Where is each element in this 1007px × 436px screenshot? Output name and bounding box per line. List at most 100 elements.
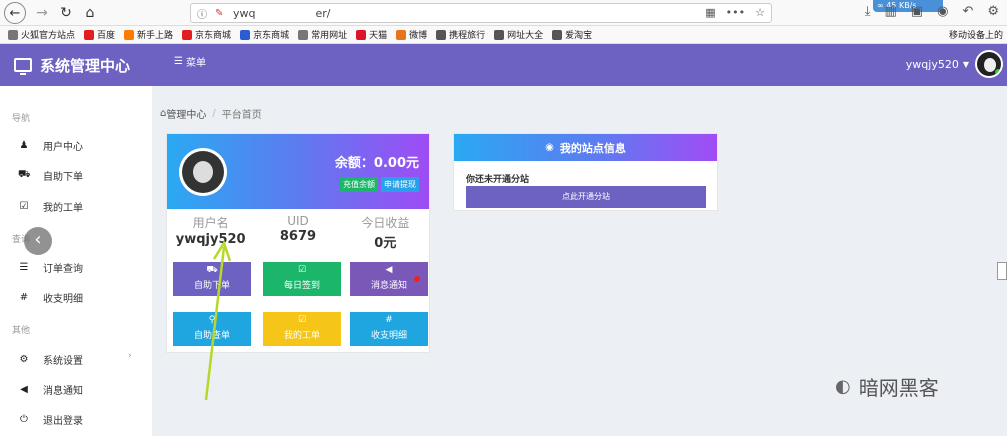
sidebar-item-logout[interactable]: ⏻ 退出登录 <box>18 412 83 427</box>
qr-icon[interactable]: ▦ <box>705 6 715 19</box>
mobile-bookmarks[interactable]: 移动设备上的 <box>949 28 1003 41</box>
list-icon: ☰ <box>19 262 29 273</box>
notification-dot <box>414 276 420 282</box>
username: ywqjy520 <box>905 57 959 71</box>
undo-icon[interactable]: ↶ <box>962 4 973 19</box>
reload-button[interactable]: ↻ <box>56 3 76 23</box>
bookmark-item[interactable]: 天猫 <box>356 28 387 41</box>
recharge-button[interactable]: 充值余额 <box>340 177 378 192</box>
breadcrumb: ⌂ 管理中心 / 平台首页 <box>160 106 262 121</box>
section-nav: 导航 <box>12 114 31 124</box>
account-icon[interactable]: ◉ <box>937 4 948 19</box>
bookmark-item[interactable]: 京东商城 <box>182 28 231 41</box>
bookmark-icon <box>240 29 251 40</box>
insecure-icon[interactable]: ✎ <box>215 8 229 19</box>
url-prefix: ywq <box>233 6 256 20</box>
bookmark-item[interactable]: 携程旅行 <box>436 28 485 41</box>
sidebar-item-settings[interactable]: ⚙ 系统设置 <box>18 352 83 367</box>
bookmark-icon <box>436 29 447 40</box>
user-menu[interactable]: ywqjy520 ▼ <box>906 50 1003 78</box>
sidebar-item-self-order[interactable]: ⛟ 自助下单 <box>18 168 83 183</box>
collapse-sidebar-button[interactable]: ‹ <box>24 227 52 255</box>
withdraw-button[interactable]: 申请提现 <box>381 177 419 192</box>
sidebar-item-order-query[interactable]: ☰ 订单查询 <box>18 260 83 275</box>
url-suffix: er/ <box>315 6 331 20</box>
globe-icon: ◉ <box>545 142 554 153</box>
profile-banner: 余额：0.00元 充值余额 申请提现 <box>167 134 429 209</box>
bookmark-icon <box>396 29 407 40</box>
checkbox-icon: ☑ <box>297 265 307 275</box>
library-icon[interactable]: ▥ <box>885 4 897 19</box>
back-button[interactable]: ← <box>4 2 26 24</box>
avatar[interactable] <box>975 50 1003 78</box>
home-button[interactable]: ⌂ <box>80 3 100 23</box>
watermark: ◐ 暗网黑客 <box>835 376 939 400</box>
brand[interactable]: 系统管理中心 <box>14 44 130 86</box>
app-header: 系统管理中心 ☰ 菜单 ywqjy520 ▼ <box>0 44 1007 86</box>
side-panel-tab[interactable] <box>997 262 1007 280</box>
forward-button[interactable]: → <box>32 3 52 23</box>
hash-icon: # <box>385 315 393 325</box>
bullhorn-icon: ◀ <box>385 265 393 275</box>
menu-toggle[interactable]: ☰ 菜单 <box>174 54 206 69</box>
settings-icon: ⚙ <box>19 354 29 365</box>
info-icon[interactable]: ⓘ <box>197 6 211 21</box>
sidebar-item-notifications[interactable]: ◀ 消息通知 <box>18 382 83 397</box>
tile-my-tickets[interactable]: ☑ 我的工单 <box>263 312 341 346</box>
bookmark-item[interactable]: 爱淘宝 <box>552 28 592 41</box>
bookmark-item[interactable]: 微博 <box>396 28 427 41</box>
bookmark-item[interactable]: 网址大全 <box>494 28 543 41</box>
bullhorn-icon: ◀ <box>20 384 28 395</box>
power-icon: ⏻ <box>20 414 28 425</box>
monitor-icon <box>14 58 32 75</box>
sidebar-icon[interactable]: ▣ <box>911 4 923 19</box>
bookmark-item[interactable]: 京东商城 <box>240 28 289 41</box>
caret-down-icon: ▼ <box>962 59 969 69</box>
cart-icon: ⛟ <box>18 169 31 180</box>
stat-uid: UID 8679 <box>279 214 317 244</box>
bookmark-icon <box>84 29 95 40</box>
site-info-card: ◉ 我的站点信息 你还未开通分站 点此开通分站 <box>453 133 718 211</box>
more-icon[interactable]: ••• <box>726 6 745 19</box>
bookmarks-bar: 火狐官方站点 百度 新手上路 京东商城 京东商城 常用网址 天猫 微博 携程旅行 网址大全 爱淘宝移… <box>0 26 1007 44</box>
bookmark-icon <box>552 29 563 40</box>
profile-avatar <box>179 148 227 196</box>
stat-today-income: 今日收益 0元 <box>361 216 410 251</box>
wechat-icon: ◐ <box>835 376 851 397</box>
tile-finance[interactable]: # 收支明细 <box>350 312 428 346</box>
balance-text: 余额：0.00元 <box>334 156 419 171</box>
checkbox-icon: ☑ <box>297 315 307 325</box>
bookmark-item[interactable]: 百度 <box>84 28 115 41</box>
open-substation-button[interactable]: 点此开通分站 <box>466 186 706 208</box>
breadcrumb-current: 平台首页 <box>221 110 262 121</box>
bookmark-item[interactable]: 常用网址 <box>298 28 347 41</box>
tile-notifications[interactable]: ◀ 消息通知 <box>350 262 428 296</box>
bookmark-icon <box>182 29 193 40</box>
section-other: 其他 <box>12 326 31 336</box>
url-redaction <box>255 7 316 19</box>
brand-title: 系统管理中心 <box>40 56 131 75</box>
menu-label: 菜单 <box>185 58 206 69</box>
sidebar-item-user-center[interactable]: ♟ 用户中心 <box>18 138 83 153</box>
user-icon: ♟ <box>19 140 29 151</box>
bookmark-icon <box>124 29 135 40</box>
sidebar-item-my-tickets[interactable]: ☑ 我的工单 <box>18 199 83 214</box>
annotation-arrow <box>204 240 232 401</box>
download-icon[interactable]: ⤓ <box>865 4 871 19</box>
star-icon[interactable]: ☆ <box>755 6 765 19</box>
site-info-header: ◉ 我的站点信息 <box>454 134 717 161</box>
site-status-text: 你还未开通分站 <box>466 175 530 185</box>
browser-toolbar: ← → ↻ ⌂ ⓘ ✎ ywq er/ ▦ ••• ☆ ∞ 45 KB/s ⤓ … <box>0 0 1007 26</box>
menu-icon: ☰ <box>174 56 183 67</box>
sidebar-item-finance[interactable]: # 收支明细 <box>18 290 83 305</box>
bookmark-item[interactable]: 新手上路 <box>124 28 173 41</box>
tile-daily-checkin[interactable]: ☑ 每日签到 <box>263 262 341 296</box>
url-bar[interactable]: ⓘ ✎ ywq er/ ▦ ••• ☆ <box>190 3 772 23</box>
bookmark-icon <box>298 29 309 40</box>
bookmark-item[interactable]: 火狐官方站点 <box>8 28 75 41</box>
chevron-right-icon: › <box>128 351 132 361</box>
settings-gear-icon[interactable]: ⚙ <box>987 4 999 19</box>
bookmark-icon <box>494 29 505 40</box>
hash-icon: # <box>19 292 29 303</box>
breadcrumb-home[interactable]: 管理中心 <box>166 106 206 121</box>
